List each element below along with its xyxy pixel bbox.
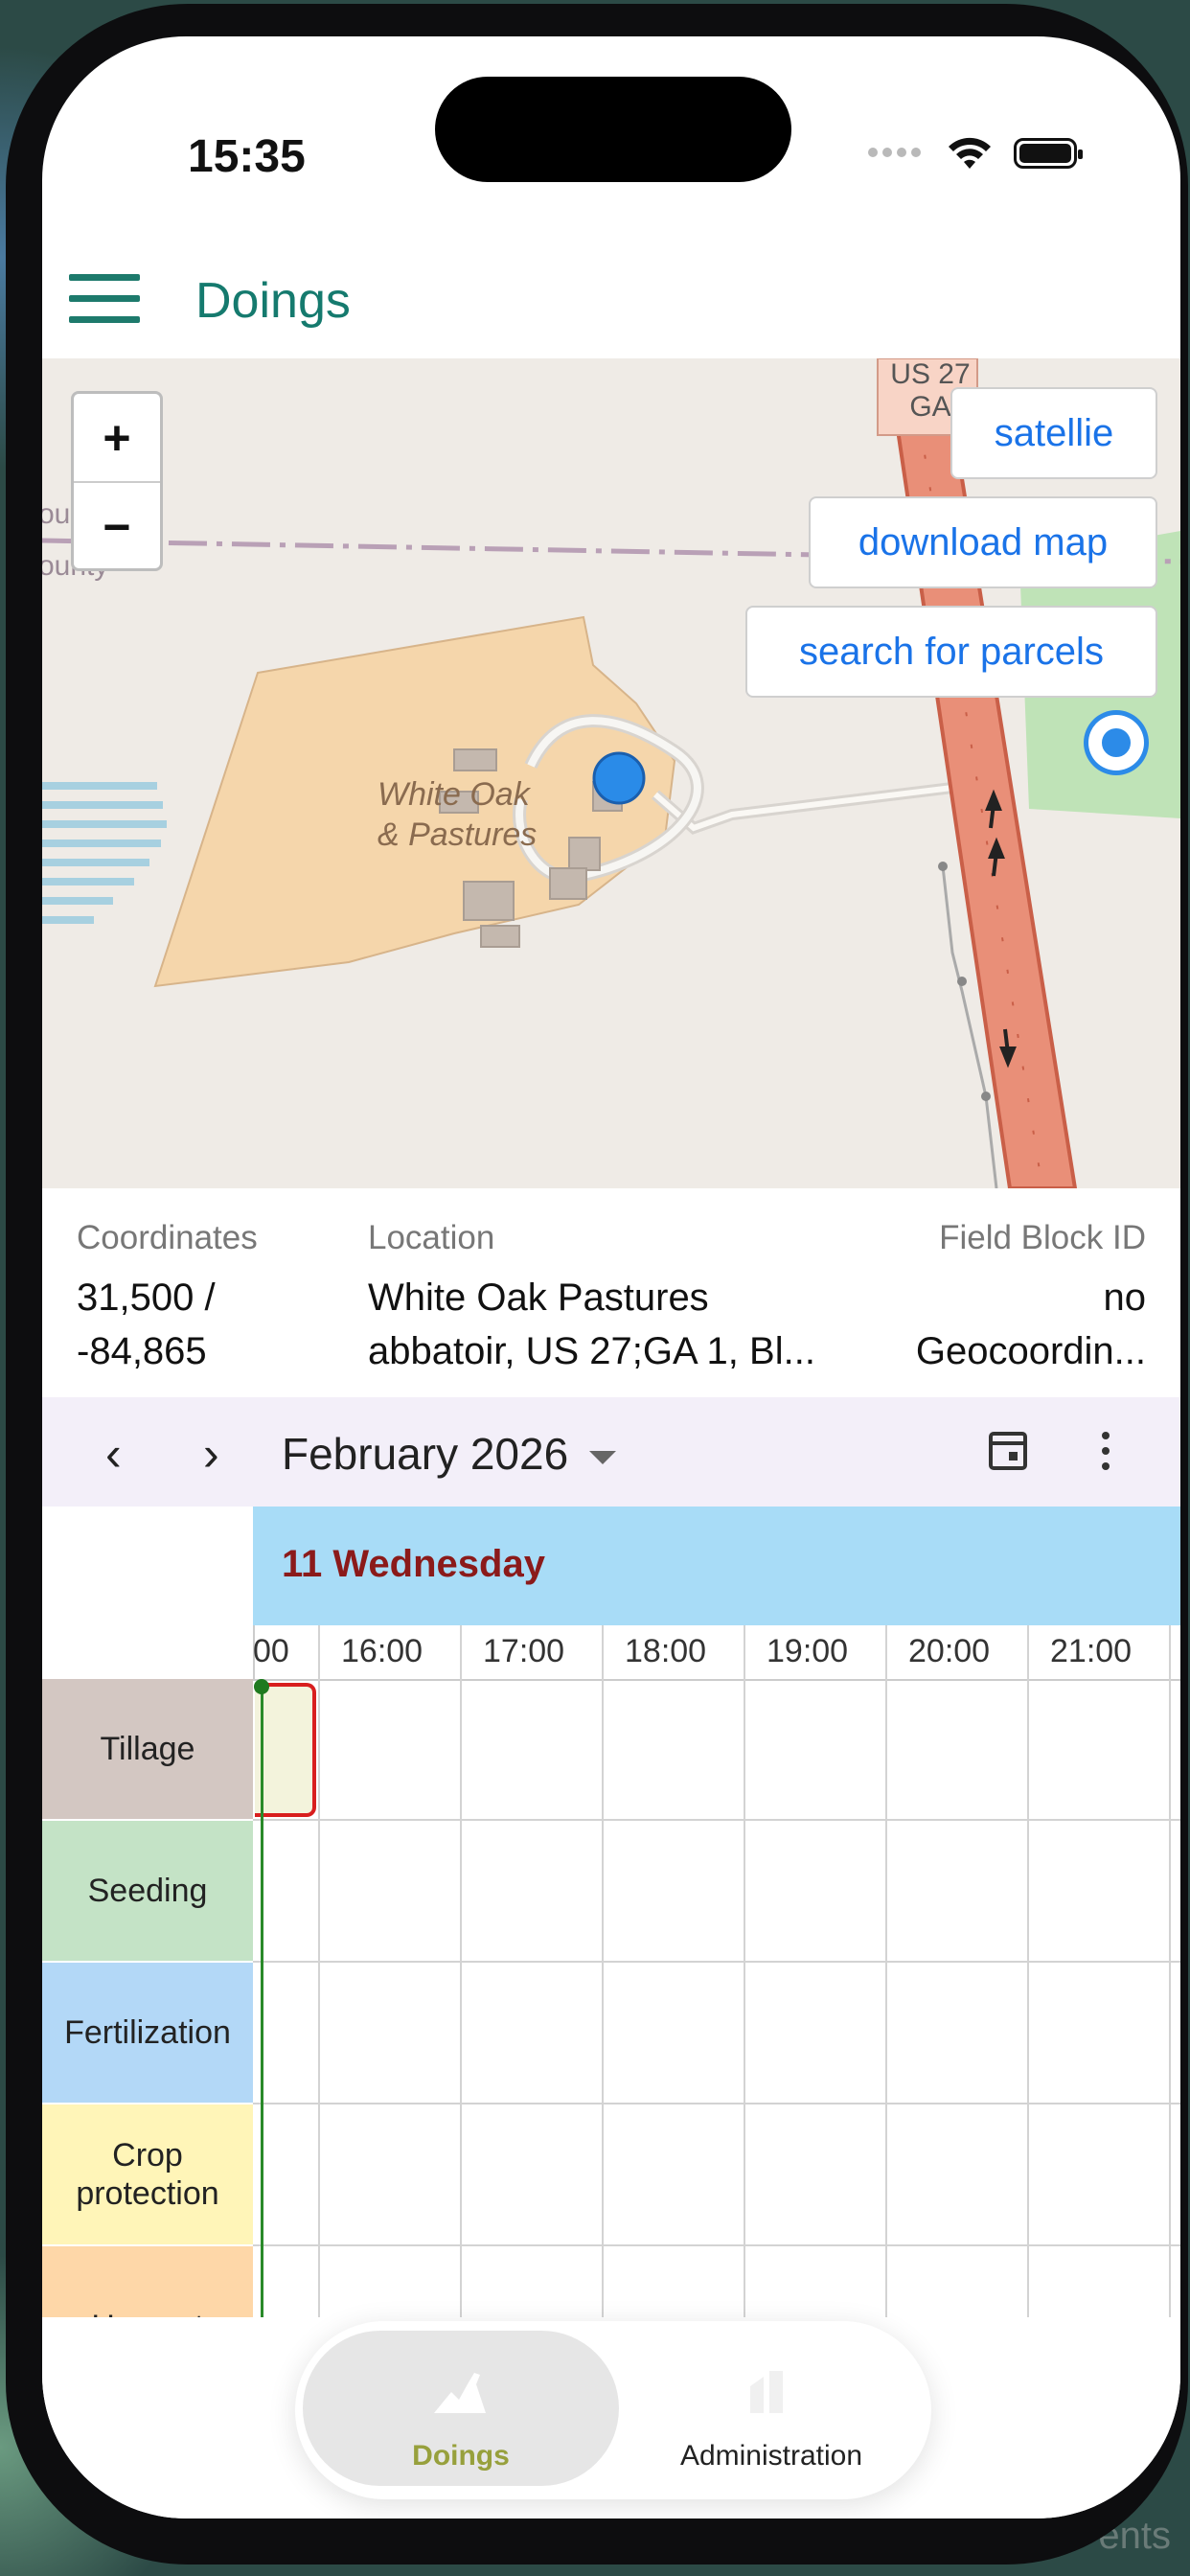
calendar-icon[interactable] bbox=[989, 1432, 1027, 1470]
hour-label: 20:00 bbox=[908, 1633, 991, 1669]
water-area bbox=[42, 782, 167, 924]
hamburger-menu-icon[interactable] bbox=[69, 274, 140, 324]
hour-label: 19:00 bbox=[767, 1633, 849, 1669]
phone-frame: 15:35 Doings US 27 GA White Oak & Pastur… bbox=[6, 4, 1188, 2564]
zoom-in-button[interactable]: + bbox=[74, 394, 160, 483]
location-label: Location bbox=[368, 1219, 495, 1256]
app-screen: 15:35 Doings US 27 GA White Oak & Pastur… bbox=[42, 36, 1180, 2518]
satellite-button[interactable]: satellie bbox=[950, 387, 1157, 479]
month-label: February 2026 bbox=[282, 1429, 569, 1479]
grid-line bbox=[885, 1625, 887, 2317]
grid-line bbox=[253, 1961, 1180, 1963]
row-label-harvest: Harvest bbox=[42, 2246, 253, 2317]
signal-icon bbox=[868, 145, 926, 162]
field-block-label: Field Block ID bbox=[939, 1219, 1146, 1256]
calendar-toolbar: ‹ › February 2026 bbox=[42, 1397, 1180, 1508]
map-tiles bbox=[42, 358, 1180, 1188]
tab-doings-label: Doings bbox=[412, 2440, 510, 2472]
current-time-line bbox=[261, 1685, 263, 2317]
month-selector[interactable]: February 2026 bbox=[282, 1428, 617, 1480]
prev-month-button[interactable]: ‹ bbox=[105, 1426, 122, 1482]
dynamic-island bbox=[435, 77, 791, 182]
grid-line bbox=[460, 1625, 462, 2317]
battery-icon bbox=[1014, 138, 1083, 169]
timeline-scheduler[interactable]: 11 Wednesday 00 16:00 17:00 18:00 19:00 … bbox=[42, 1506, 1180, 2317]
hour-label: 18:00 bbox=[625, 1633, 707, 1669]
grid-line bbox=[602, 1625, 604, 2317]
status-icons bbox=[868, 136, 1083, 171]
hour-label: 21:00 bbox=[1050, 1633, 1133, 1669]
grid-line bbox=[253, 2244, 1180, 2246]
coordinates-label: Coordinates bbox=[77, 1219, 258, 1256]
grid-line bbox=[253, 1819, 1180, 1821]
bottom-area: Doings Administration bbox=[42, 2317, 1180, 2518]
caret-down-icon bbox=[589, 1450, 617, 1464]
download-map-button[interactable]: download map bbox=[809, 496, 1157, 588]
zoom-out-button[interactable]: − bbox=[74, 483, 160, 570]
selected-location-marker bbox=[592, 751, 646, 805]
day-header-label: 11 Wednesday bbox=[282, 1543, 545, 1585]
grid-line bbox=[744, 1625, 745, 2317]
location-value: White Oak Pastures abbatoir, US 27;GA 1, … bbox=[368, 1276, 815, 1372]
row-label-fertilization: Fertilization bbox=[42, 1963, 253, 2104]
app-bar: Doings bbox=[42, 228, 1180, 358]
tab-administration-label: Administration bbox=[679, 2440, 863, 2472]
hour-label: 00 bbox=[253, 1633, 289, 1669]
my-location-icon[interactable] bbox=[1088, 715, 1144, 770]
scheduler-corner bbox=[42, 1506, 255, 1679]
current-time-dot bbox=[254, 1679, 269, 1694]
coordinates-value: 31,500 /-84,865 bbox=[77, 1276, 216, 1372]
hour-label: 17:00 bbox=[483, 1633, 565, 1669]
more-vertical-icon[interactable] bbox=[1102, 1432, 1111, 1478]
row-label-tillage: Tillage bbox=[42, 1679, 253, 1821]
row-label-seeding: Seeding bbox=[42, 1821, 253, 1963]
grid-line bbox=[1169, 1625, 1171, 2317]
tillage-event[interactable] bbox=[255, 1683, 316, 1817]
page-title: Doings bbox=[195, 273, 351, 329]
tab-bar: Doings Administration bbox=[295, 2321, 931, 2499]
hour-label: 16:00 bbox=[341, 1633, 423, 1669]
search-parcels-button[interactable]: search for parcels bbox=[745, 606, 1157, 698]
field-block-value: no Geocoordin... bbox=[915, 1276, 1146, 1372]
hour-header: 00 16:00 17:00 18:00 19:00 20:00 21:00 bbox=[253, 1625, 1180, 1681]
tab-administration[interactable]: Administration bbox=[619, 2331, 924, 2486]
farm-label: White Oak & Pastures bbox=[378, 776, 538, 853]
administration-icon bbox=[750, 2371, 783, 2413]
zoom-control: + − bbox=[71, 391, 163, 571]
next-month-button[interactable]: › bbox=[203, 1426, 219, 1482]
grid-line bbox=[1027, 1625, 1029, 2317]
grid-line bbox=[318, 1625, 320, 2317]
row-label-crop-protection: Crop protection bbox=[42, 2104, 253, 2246]
status-time: 15:35 bbox=[188, 131, 306, 182]
location-info-panel: Coordinates 31,500 /-84,865 Location Whi… bbox=[42, 1188, 1180, 1397]
tab-doings[interactable]: Doings bbox=[303, 2331, 619, 2486]
grid-line bbox=[253, 2103, 1180, 2104]
wifi-icon bbox=[949, 137, 991, 169]
doings-icon bbox=[434, 2373, 486, 2413]
day-header: 11 Wednesday bbox=[253, 1506, 1180, 1625]
map-view[interactable]: US 27GA White Oak& Pastures our ounty + … bbox=[42, 358, 1180, 1188]
